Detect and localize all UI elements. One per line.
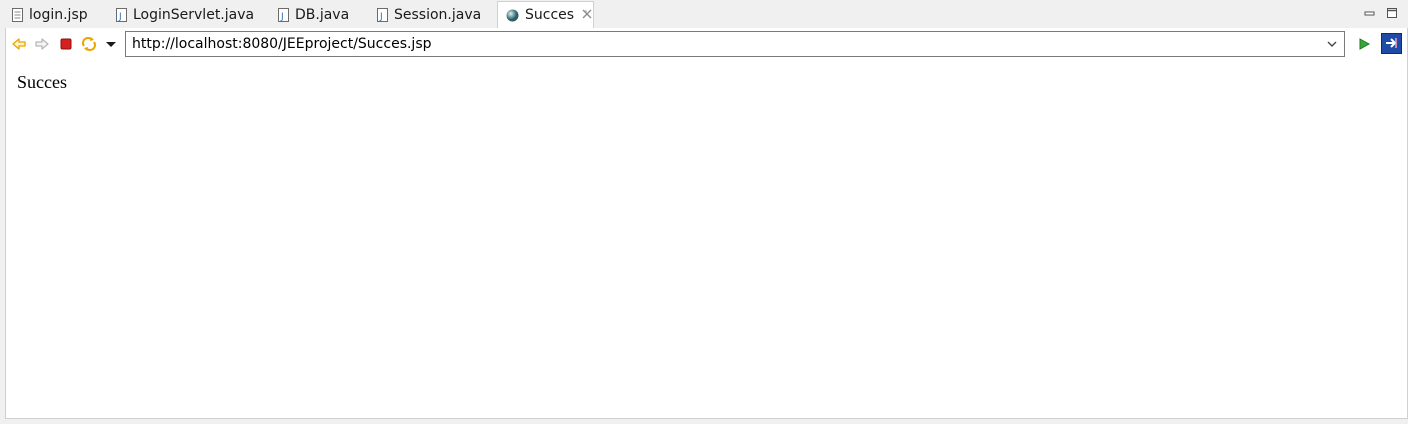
url-text: http://localhost:8080/JEEproject/Succes.… bbox=[132, 36, 432, 52]
tab-label: Session.java bbox=[394, 7, 482, 23]
minimize-icon[interactable] bbox=[1364, 4, 1376, 16]
tab-login-jsp[interactable]: login.jsp bbox=[0, 2, 108, 28]
globe-icon bbox=[506, 9, 519, 22]
go-icon[interactable] bbox=[1356, 36, 1372, 52]
tab-label: LoginServlet.java bbox=[133, 7, 255, 23]
svg-text:J: J bbox=[379, 12, 383, 22]
tab-loginservlet-java[interactable]: J LoginServlet.java bbox=[104, 2, 264, 28]
tab-label: Succes bbox=[525, 7, 575, 23]
editor-tab-bar: login.jsp J LoginServlet.java J DB.java … bbox=[0, 0, 1408, 29]
tab-label: login.jsp bbox=[29, 7, 88, 23]
java-file-icon: J bbox=[278, 8, 289, 22]
refresh-icon[interactable] bbox=[81, 36, 97, 52]
svg-text:J: J bbox=[118, 12, 122, 22]
chevron-down-icon[interactable] bbox=[103, 36, 119, 52]
stop-icon[interactable] bbox=[58, 36, 74, 52]
tab-label: DB.java bbox=[295, 7, 350, 23]
page-text: Succes bbox=[17, 72, 67, 92]
tab-succes[interactable]: Succes bbox=[497, 1, 594, 28]
close-tab-icon[interactable] bbox=[582, 9, 592, 22]
url-dropdown-icon[interactable] bbox=[1326, 32, 1338, 64]
tab-db-java[interactable]: J DB.java bbox=[266, 2, 364, 28]
browser-content: Succes bbox=[5, 61, 1408, 419]
open-external-browser-icon[interactable] bbox=[1381, 33, 1402, 54]
tab-session-java[interactable]: J Session.java bbox=[365, 2, 493, 28]
window-controls bbox=[1364, 4, 1398, 18]
java-file-icon: J bbox=[377, 8, 388, 22]
jsp-file-icon bbox=[12, 8, 23, 22]
maximize-icon[interactable] bbox=[1386, 4, 1398, 18]
java-file-icon: J bbox=[116, 8, 127, 22]
forward-arrow-icon[interactable] bbox=[34, 36, 50, 52]
svg-text:J: J bbox=[280, 12, 284, 22]
url-input[interactable]: http://localhost:8080/JEEproject/Succes.… bbox=[125, 31, 1345, 57]
browser-toolbar: http://localhost:8080/JEEproject/Succes.… bbox=[5, 28, 1408, 61]
back-arrow-icon[interactable] bbox=[11, 36, 27, 52]
